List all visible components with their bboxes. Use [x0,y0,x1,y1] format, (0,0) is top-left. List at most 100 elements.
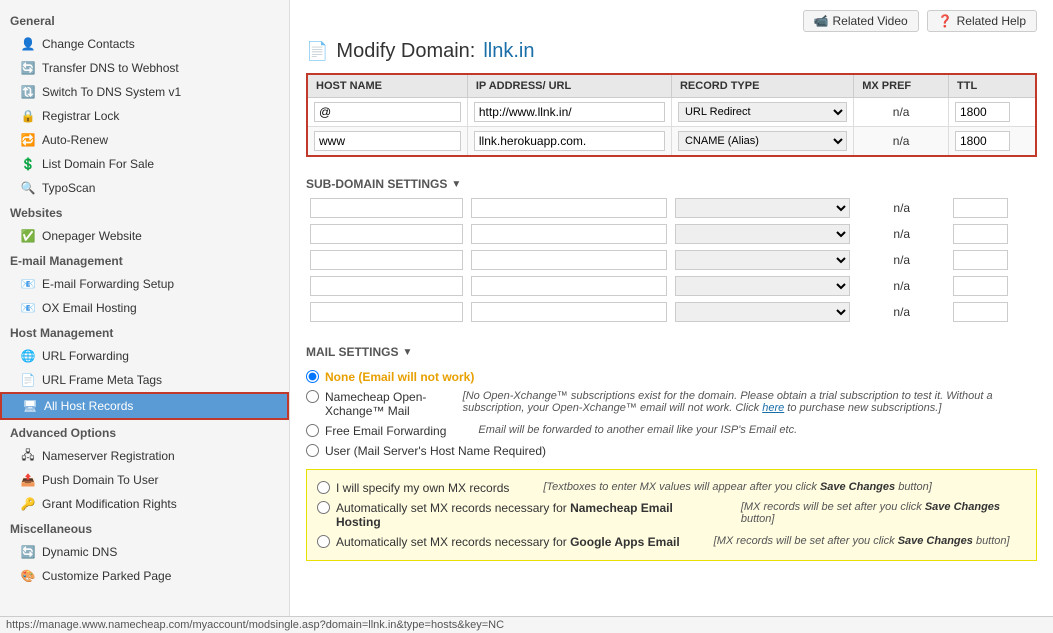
host-records-table: HOST NAME IP ADDRESS/ URL RECORD TYPE MX… [306,73,1037,157]
sidebar-item-ox-email[interactable]: 📧 OX Email Hosting [0,296,289,320]
url-frame-icon: 📄 [20,372,36,388]
mxpref-cell-1: n/a [854,127,949,157]
sidebar-section-title: Websites [0,200,289,224]
record-type-select-0[interactable]: URL RedirectCNAME (Alias)A (Address)MX (… [678,102,847,122]
subdomain-record-type-1[interactable]: A (Address)CNAME (Alias)URL RedirectMX (… [675,224,850,244]
mail-radio-free-email-forwarding[interactable] [306,424,319,437]
subdomain-record-type-2[interactable]: A (Address)CNAME (Alias)URL RedirectMX (… [675,250,850,270]
subdomain-hostname-3[interactable] [310,276,463,296]
subdomain-ip-2[interactable] [471,250,668,270]
subdomain-row: A (Address)CNAME (Alias)URL RedirectMX (… [306,221,1037,247]
customize-parked-icon: 🎨 [20,568,36,584]
related-help-button[interactable]: ❓ Related Help [927,10,1037,32]
mail-radio-user-mail[interactable] [306,444,319,457]
sidebar-item-label: Auto-Renew [42,133,108,147]
subdomain-ttl-2[interactable] [953,250,1008,270]
mail-option-user-mail: User (Mail Server's Host Name Required) [306,441,1037,461]
mx-radio-google-apps[interactable] [317,535,330,548]
list-domain-icon: 💲 [20,156,36,172]
subdomain-ttl-1[interactable] [953,224,1008,244]
ox-email-icon: 📧 [20,300,36,316]
record-type-select-1[interactable]: URL RedirectCNAME (Alias)A (Address)MX (… [678,131,847,151]
typoscan-icon: 🔍 [20,180,36,196]
sidebar-item-url-forwarding[interactable]: 🌐URL Forwarding [0,344,289,368]
ttl-input-0[interactable] [955,102,1010,122]
col-header-ip: IP ADDRESS/ URL [467,74,671,98]
subdomain-ip-3[interactable] [471,276,668,296]
registrar-lock-icon: 🔒 [20,108,36,124]
switch-dns-icon: 🔃 [20,84,36,100]
subdomain-mxpref-0: n/a [854,195,949,221]
subdomain-ttl-3[interactable] [953,276,1008,296]
sidebar-item-typoscan[interactable]: 🔍TypoScan [0,176,289,200]
sidebar-section-title: Miscellaneous [0,516,289,540]
sidebar-item-dynamic-dns[interactable]: 🔄Dynamic DNS [0,540,289,564]
sidebar-item-all-host-records[interactable]: 🖥All Host Records [0,392,289,420]
mail-option-label: Free Email Forwarding [325,424,446,438]
help-icon: ❓ [938,14,953,28]
subdomain-record-type-3[interactable]: A (Address)CNAME (Alias)URL RedirectMX (… [675,276,850,296]
sidebar-item-label: Grant Modification Rights [42,497,177,511]
subdomain-ip-1[interactable] [471,224,668,244]
sidebar-item-auto-renew[interactable]: 🔁 Auto-Renew [0,128,289,152]
sidebar-item-label: Dynamic DNS [42,545,117,559]
table-row: URL RedirectCNAME (Alias)A (Address)MX (… [307,127,1036,157]
subdomain-ip-4[interactable] [471,302,668,322]
sidebar-item-switch-dns[interactable]: 🔃 Switch To DNS System v1 [0,80,289,104]
sidebar-item-transfer-dns[interactable]: 🔄Transfer DNS to Webhost [0,56,289,80]
mail-radio-none[interactable] [306,370,319,383]
auto-renew-icon: 🔁 [20,132,36,148]
subdomain-hostname-2[interactable] [310,250,463,270]
mail-arrow-icon: ▼ [402,347,412,358]
sidebar-item-grant-modification[interactable]: 🔑 Grant Modification Rights [0,492,289,516]
subdomain-mxpref-4: n/a [854,299,949,325]
sidebar-item-label: Switch To DNS System v1 [42,85,181,99]
mail-option-namecheap-ox: Namecheap Open-Xchange™ Mail[No Open-Xch… [306,387,1037,421]
sidebar-item-nameserver-reg[interactable]: 🖧Nameserver Registration [0,444,289,468]
statusbar: https://manage.www.namecheap.com/myaccou… [0,616,1053,633]
domain-name[interactable]: llnk.in [483,40,534,63]
sidebar-item-change-contacts[interactable]: 👤Change Contacts [0,32,289,56]
subdomain-hostname-0[interactable] [310,198,463,218]
sidebar-item-onepager[interactable]: ✅Onepager Website [0,224,289,248]
subdomain-ip-0[interactable] [471,198,668,218]
col-header-hostname: HOST NAME [307,74,467,98]
sidebar-item-customize-parked[interactable]: 🎨Customize Parked Page [0,564,289,588]
ttl-input-1[interactable] [955,131,1010,151]
subdomain-ttl-4[interactable] [953,302,1008,322]
subdomain-record-type-4[interactable]: A (Address)CNAME (Alias)URL RedirectMX (… [675,302,850,322]
sidebar-item-label: URL Frame Meta Tags [42,373,162,387]
ip-input-1[interactable] [474,131,665,151]
mail-radio-namecheap-ox[interactable] [306,390,319,403]
sidebar-item-registrar-lock[interactable]: 🔒Registrar Lock [0,104,289,128]
grant-modification-icon: 🔑 [20,496,36,512]
onepager-icon: ✅ [20,228,36,244]
mx-option-note: [Textboxes to enter MX values will appea… [543,481,931,493]
mx-radio-namecheap-email[interactable] [317,501,330,514]
sidebar-item-list-domain[interactable]: 💲List Domain For Sale [0,152,289,176]
subdomain-hostname-1[interactable] [310,224,463,244]
sidebar-item-push-domain[interactable]: 📤Push Domain To User [0,468,289,492]
sidebar-item-label: OX Email Hosting [42,301,137,315]
sidebar-item-label: Change Contacts [42,37,135,51]
subdomain-record-type-0[interactable]: A (Address)CNAME (Alias)URL RedirectMX (… [675,198,850,218]
mxpref-cell-0: n/a [854,98,949,127]
related-video-button[interactable]: 📹 Related Video [803,10,919,32]
hostname-input-0[interactable] [314,102,461,122]
table-row: URL RedirectCNAME (Alias)A (Address)MX (… [307,98,1036,127]
sidebar-item-url-frame[interactable]: 📄 URL Frame Meta Tags [0,368,289,392]
subdomain-mxpref-3: n/a [854,273,949,299]
ip-input-0[interactable] [474,102,665,122]
sidebar-item-label: All Host Records [44,399,133,413]
subdomain-ttl-0[interactable] [953,198,1008,218]
subdomain-hostname-4[interactable] [310,302,463,322]
sidebar-item-email-forwarding[interactable]: 📧E-mail Forwarding Setup [0,272,289,296]
mx-radio-specify-own[interactable] [317,481,330,494]
sidebar-section-title: Host Management [0,320,289,344]
mail-option-link[interactable]: here [762,402,784,414]
col-header-mxpref: MX PREF [854,74,949,98]
sidebar-section-title: E-mail Management [0,248,289,272]
subdomain-arrow-icon: ▼ [451,179,461,190]
sidebar-item-label: E-mail Forwarding Setup [42,277,174,291]
hostname-input-1[interactable] [314,131,461,151]
